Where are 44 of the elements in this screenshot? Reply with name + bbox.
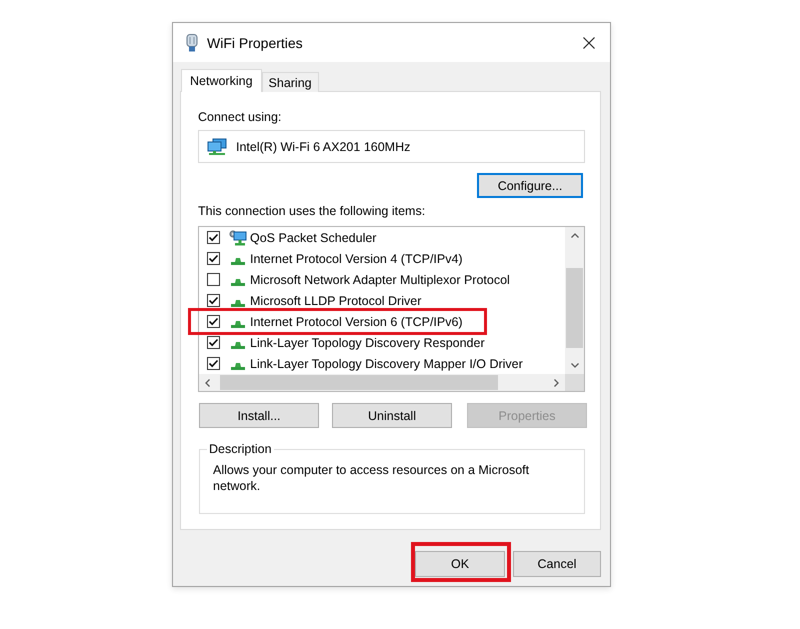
- scrollbar-thumb[interactable]: [220, 375, 498, 390]
- chevron-right-icon[interactable]: [551, 378, 561, 388]
- configure-button[interactable]: Configure...: [477, 173, 583, 198]
- checkbox[interactable]: [207, 231, 220, 244]
- protocol-icon: [231, 321, 245, 328]
- chevron-left-icon[interactable]: [203, 378, 213, 388]
- network-adapter-icon: [186, 34, 198, 52]
- list-item[interactable]: Internet Protocol Version 4 (TCP/IPv4): [250, 252, 463, 266]
- monitor-gear-icon: [229, 230, 247, 246]
- checkbox[interactable]: [207, 294, 220, 307]
- protocol-icon: [231, 279, 245, 286]
- description-text: Allows your computer to access resources on a Microsoft network.: [213, 462, 530, 494]
- checkbox[interactable]: [207, 336, 220, 349]
- list-item[interactable]: Microsoft Network Adapter Multiplexor Protocol: [250, 272, 510, 286]
- action-button[interactable]: Uninstall: [332, 403, 452, 428]
- dialog-button[interactable]: OK: [415, 551, 505, 577]
- close-icon: [583, 36, 595, 48]
- chevron-down-icon[interactable]: [570, 360, 580, 370]
- list-item[interactable]: Microsoft LLDP Protocol Driver: [250, 294, 422, 308]
- checkbox[interactable]: [207, 273, 220, 286]
- list-item[interactable]: Internet Protocol Version 6 (TCP/IPv6): [250, 314, 463, 328]
- protocol-icon: [231, 258, 245, 265]
- checkbox[interactable]: [207, 315, 220, 328]
- adapter-name: Intel(R) Wi-Fi 6 AX201 160MHz: [236, 140, 410, 154]
- protocol-icon: [231, 300, 245, 307]
- tab[interactable]: Networking: [181, 69, 262, 92]
- list-item[interactable]: Link-Layer Topology Discovery Responder: [250, 336, 485, 350]
- action-button[interactable]: Install...: [199, 403, 319, 428]
- scrollbar-thumb[interactable]: [566, 268, 583, 348]
- checkbox[interactable]: [207, 252, 220, 265]
- checkbox[interactable]: [207, 357, 220, 370]
- field-label: Connect using:: [198, 109, 282, 125]
- protocol-icon: [231, 363, 245, 370]
- close-button[interactable]: [583, 36, 595, 48]
- scrollbar-corner: [565, 374, 584, 391]
- computers-icon: [207, 138, 227, 156]
- group-label: Description: [208, 441, 273, 457]
- window-title: WiFi Properties: [207, 34, 303, 50]
- list-label: This connection uses the following items:: [198, 203, 426, 219]
- list-item[interactable]: Link-Layer Topology Discovery Mapper I/O Driver: [250, 356, 523, 370]
- dialog-button[interactable]: Cancel: [513, 551, 601, 577]
- protocol-icon: [231, 342, 245, 349]
- list-item[interactable]: QoS Packet Scheduler: [250, 230, 376, 244]
- tab[interactable]: Sharing: [262, 72, 319, 92]
